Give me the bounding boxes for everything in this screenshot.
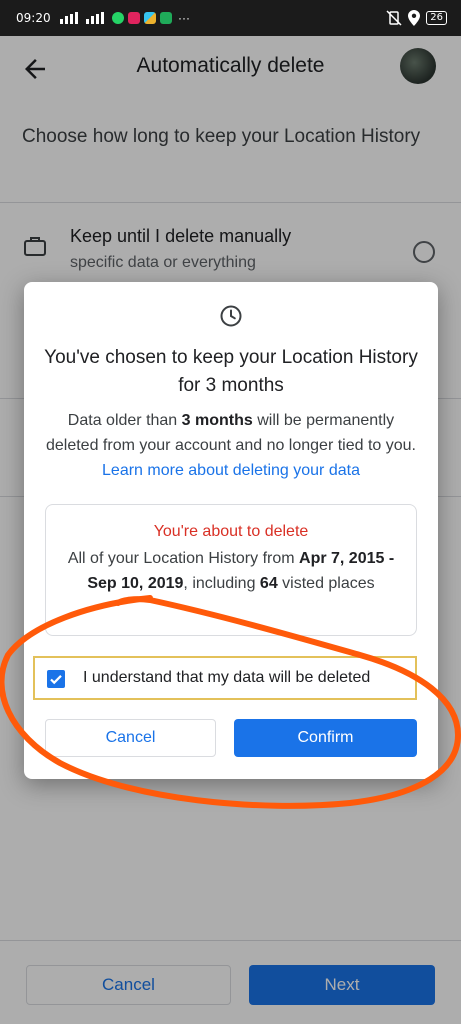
- signal-bars-icon: [86, 12, 108, 24]
- dialog-cancel-button[interactable]: Cancel: [45, 719, 216, 757]
- battery-icon: 26: [426, 11, 447, 25]
- warning-count: 64: [259, 575, 278, 592]
- status-right-icons: 26: [386, 10, 447, 26]
- clock-icon: [220, 305, 242, 327]
- acknowledge-row[interactable]: I understand that my data will be delete…: [33, 656, 417, 700]
- confirm-delete-dialog: You've chosen to keep your Location Hist…: [24, 282, 438, 779]
- warning-prefix: All of your Location History from: [67, 550, 300, 567]
- location-icon: [408, 10, 421, 26]
- whatsapp-icon: [112, 12, 124, 24]
- dialog-title: You've chosen to keep your Location Hist…: [44, 347, 418, 396]
- warning-title: You're about to delete: [153, 523, 309, 540]
- slack-icon: [144, 12, 156, 24]
- acknowledge-label: I understand that my data will be delete…: [83, 669, 371, 686]
- status-bar: 09:20 ··· 26: [0, 0, 461, 36]
- dialog-body: Data older than 3 months will be permane…: [44, 408, 418, 483]
- signal-bars-icon: [60, 12, 82, 24]
- body-prefix: Data older than: [67, 412, 182, 429]
- app-icon: [128, 12, 140, 24]
- warning-text: All of your Location History from Apr 7,…: [62, 546, 400, 596]
- more-notifications-icon: ···: [178, 11, 190, 25]
- warning-box: You're about to delete All of your Locat…: [45, 504, 417, 636]
- status-time: 09:20: [16, 11, 51, 25]
- warning-middle: , including: [183, 575, 260, 592]
- confirm-button[interactable]: Confirm: [234, 719, 417, 757]
- mute-vibrate-icon: [386, 10, 402, 26]
- status-left-icons: ···: [60, 10, 190, 26]
- body-bold-duration: 3 months: [181, 412, 253, 429]
- chat-icon: [160, 12, 172, 24]
- learn-more-link[interactable]: Learn more about deleting your data: [102, 462, 360, 479]
- warning-suffix: visted places: [277, 575, 375, 592]
- checkbox-checked-icon[interactable]: [47, 670, 65, 688]
